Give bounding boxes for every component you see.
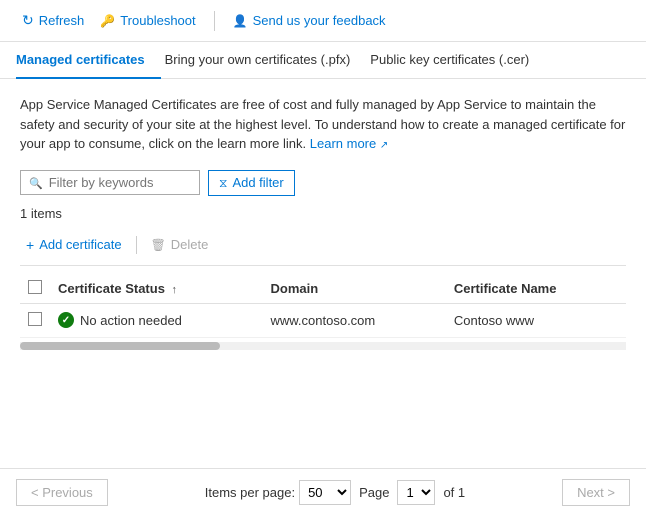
feedback-button[interactable]: Send us your feedback — [227, 9, 392, 32]
tab-managed[interactable]: Managed certificates — [16, 42, 161, 79]
domain-value: www.contoso.com — [270, 313, 375, 328]
certificates-table: Certificate Status ↑ Domain Certificate … — [20, 274, 626, 338]
add-certificate-button[interactable]: Add certificate — [20, 233, 128, 257]
sort-arrow-icon[interactable]: ↑ — [172, 284, 178, 296]
toolbar-separator — [214, 11, 215, 31]
add-certificate-label: Add certificate — [39, 237, 121, 252]
tabs-bar: Managed certificates Bring your own cert… — [0, 42, 646, 79]
delete-label: Delete — [171, 237, 209, 252]
row-checkbox-cell — [20, 303, 50, 337]
description-text: App Service Managed Certificates are fre… — [20, 95, 626, 154]
delete-icon — [151, 237, 166, 252]
add-icon — [26, 237, 34, 253]
scrollbar-thumb[interactable] — [20, 342, 220, 350]
table-row: No action needed www.contoso.com Contoso… — [20, 303, 626, 337]
cert-name-value: Contoso www — [454, 313, 534, 328]
col-status: Certificate Status ↑ — [50, 274, 262, 304]
status-text: No action needed — [80, 313, 182, 328]
feedback-icon — [233, 13, 248, 28]
row-checkbox[interactable] — [28, 312, 42, 326]
pagination-footer: < Previous Items per page: 50 10 20 100 … — [0, 468, 646, 516]
toolbar: Refresh Troubleshoot Send us your feedba… — [0, 0, 646, 42]
row-status-cell: No action needed — [50, 303, 262, 337]
troubleshoot-button[interactable]: Troubleshoot — [94, 9, 201, 32]
feedback-label: Send us your feedback — [253, 13, 386, 28]
refresh-label: Refresh — [39, 13, 85, 28]
col-name: Certificate Name — [446, 274, 626, 304]
troubleshoot-label: Troubleshoot — [120, 13, 195, 28]
items-per-page-label: Items per page: — [205, 485, 295, 500]
page-label: Page — [359, 485, 389, 500]
refresh-button[interactable]: Refresh — [16, 8, 90, 33]
tab-cer[interactable]: Public key certificates (.cer) — [366, 42, 545, 79]
items-per-page: Items per page: 50 10 20 100 — [205, 480, 351, 505]
status-success-icon — [58, 312, 74, 328]
filter-row: Add filter — [20, 170, 626, 196]
troubleshoot-icon — [100, 13, 115, 28]
select-all-checkbox[interactable] — [28, 280, 42, 294]
previous-button[interactable]: < Previous — [16, 479, 108, 506]
filter-icon — [219, 175, 227, 191]
col-checkbox — [20, 274, 50, 304]
page-number-select[interactable]: 1 — [397, 480, 435, 505]
items-count: 1 items — [20, 206, 626, 221]
filter-input-wrapper[interactable] — [20, 170, 200, 195]
row-name-cell: Contoso www — [446, 303, 626, 337]
filter-input[interactable] — [49, 175, 191, 190]
delete-button[interactable]: Delete — [145, 233, 215, 256]
action-separator — [136, 236, 137, 254]
items-per-page-select[interactable]: 50 10 20 100 — [299, 480, 351, 505]
horizontal-scrollbar[interactable] — [20, 342, 626, 350]
total-pages-label: of 1 — [443, 485, 465, 500]
search-icon — [29, 175, 43, 190]
row-domain-cell: www.contoso.com — [262, 303, 445, 337]
next-button[interactable]: Next > — [562, 479, 630, 506]
refresh-icon — [22, 12, 34, 29]
add-filter-button[interactable]: Add filter — [208, 170, 295, 196]
pagination-middle: Items per page: 50 10 20 100 Page 1 of 1 — [205, 480, 465, 505]
add-filter-label: Add filter — [232, 175, 283, 190]
main-content: App Service Managed Certificates are fre… — [0, 79, 646, 370]
tab-pfx[interactable]: Bring your own certificates (.pfx) — [161, 42, 367, 79]
learn-more-link[interactable]: Learn more ↗ — [310, 136, 389, 151]
col-domain: Domain — [262, 274, 445, 304]
action-bar: Add certificate Delete — [20, 233, 626, 266]
